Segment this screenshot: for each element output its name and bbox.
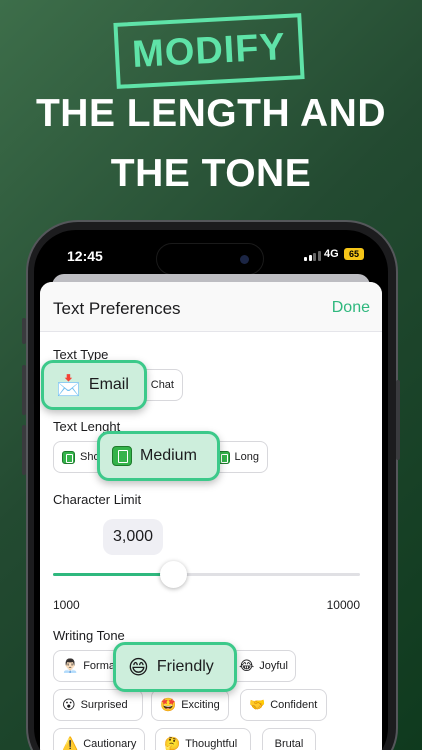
mute-switch (22, 318, 26, 344)
star-struck-face-icon: 🤩 (160, 697, 177, 712)
selected-text-type-email[interactable]: 📩 Email (41, 360, 147, 410)
selected-tone-friendly[interactable]: 😄 Friendly (113, 642, 237, 692)
sheet-title: Text Preferences (53, 299, 181, 318)
character-limit-label: Character Limit (53, 492, 142, 507)
tone-option-joyful[interactable]: 😂 Joyful (230, 650, 296, 682)
headline-line-2: THE TONE (110, 152, 312, 195)
chat-option-label: Chat (150, 379, 174, 391)
camera-icon (240, 255, 249, 264)
tone-option-cautionary[interactable]: ⚠️ Cautionary (53, 728, 145, 750)
character-limit-value: 3,000 (103, 519, 163, 555)
laughing-face-icon: 😂 (239, 658, 255, 673)
signal-icon (304, 251, 321, 261)
email-icon: 📩 (56, 374, 81, 397)
thinking-face-icon: 🤔 (164, 736, 181, 750)
selected-tone-label: Friendly (156, 658, 214, 675)
tone-option-label: Cautionary (83, 738, 137, 750)
slider-max-label: 10000 (326, 598, 360, 612)
battery-icon: 65 (344, 248, 364, 260)
slider-min-label: 1000 (53, 598, 80, 612)
promo-badge-text: MODIFY (131, 25, 287, 76)
volume-down-button (22, 425, 26, 475)
tone-option-label: Surprised (80, 699, 128, 711)
dynamic-island (156, 243, 264, 275)
tone-option-label: Confident (270, 699, 318, 711)
long-option-label: Long (234, 451, 259, 463)
businessman-icon: 👨🏻‍💼 (62, 658, 79, 673)
tone-option-brutal[interactable]: Brutal (262, 728, 316, 750)
warning-icon: ⚠️ (62, 736, 79, 750)
promo-badge: MODIFY (113, 13, 305, 89)
volume-up-button (22, 365, 26, 415)
handshake-icon: 🤝 (249, 697, 266, 712)
done-button[interactable]: Done (332, 299, 370, 317)
smiling-face-icon: 😄 (128, 656, 149, 679)
tone-option-confident[interactable]: 🤝 Confident (240, 689, 327, 721)
tone-option-label: Exciting (181, 699, 220, 711)
slider-fill (53, 573, 173, 576)
writing-tone-label: Writing Tone (53, 628, 125, 643)
tone-option-thoughtful[interactable]: 🤔 Thoughtful (155, 728, 251, 750)
tone-option-label: Brutal (274, 738, 304, 750)
green-book-icon (62, 450, 75, 464)
status-time: 12:45 (67, 248, 103, 264)
selected-text-length-medium[interactable]: Medium (97, 431, 220, 481)
sheet-header: Text Preferences Done (40, 282, 382, 332)
selected-text-length-label: Medium (140, 447, 197, 464)
slider-thumb[interactable] (160, 561, 187, 588)
power-button (396, 380, 400, 460)
network-type: 4G (324, 248, 339, 260)
surprised-face-icon: 😮 (62, 697, 76, 712)
tone-option-label: Joyful (259, 660, 288, 672)
headline-line-1: THE LENGTH AND (35, 92, 387, 135)
tone-option-exciting[interactable]: 🤩 Exciting (151, 689, 229, 721)
green-book-icon (112, 446, 132, 466)
tone-option-label: Thoughtful (185, 738, 238, 750)
selected-text-type-label: Email (88, 376, 129, 393)
character-limit-slider[interactable] (53, 573, 360, 576)
tone-option-surprised[interactable]: 😮 Surprised (53, 689, 143, 721)
